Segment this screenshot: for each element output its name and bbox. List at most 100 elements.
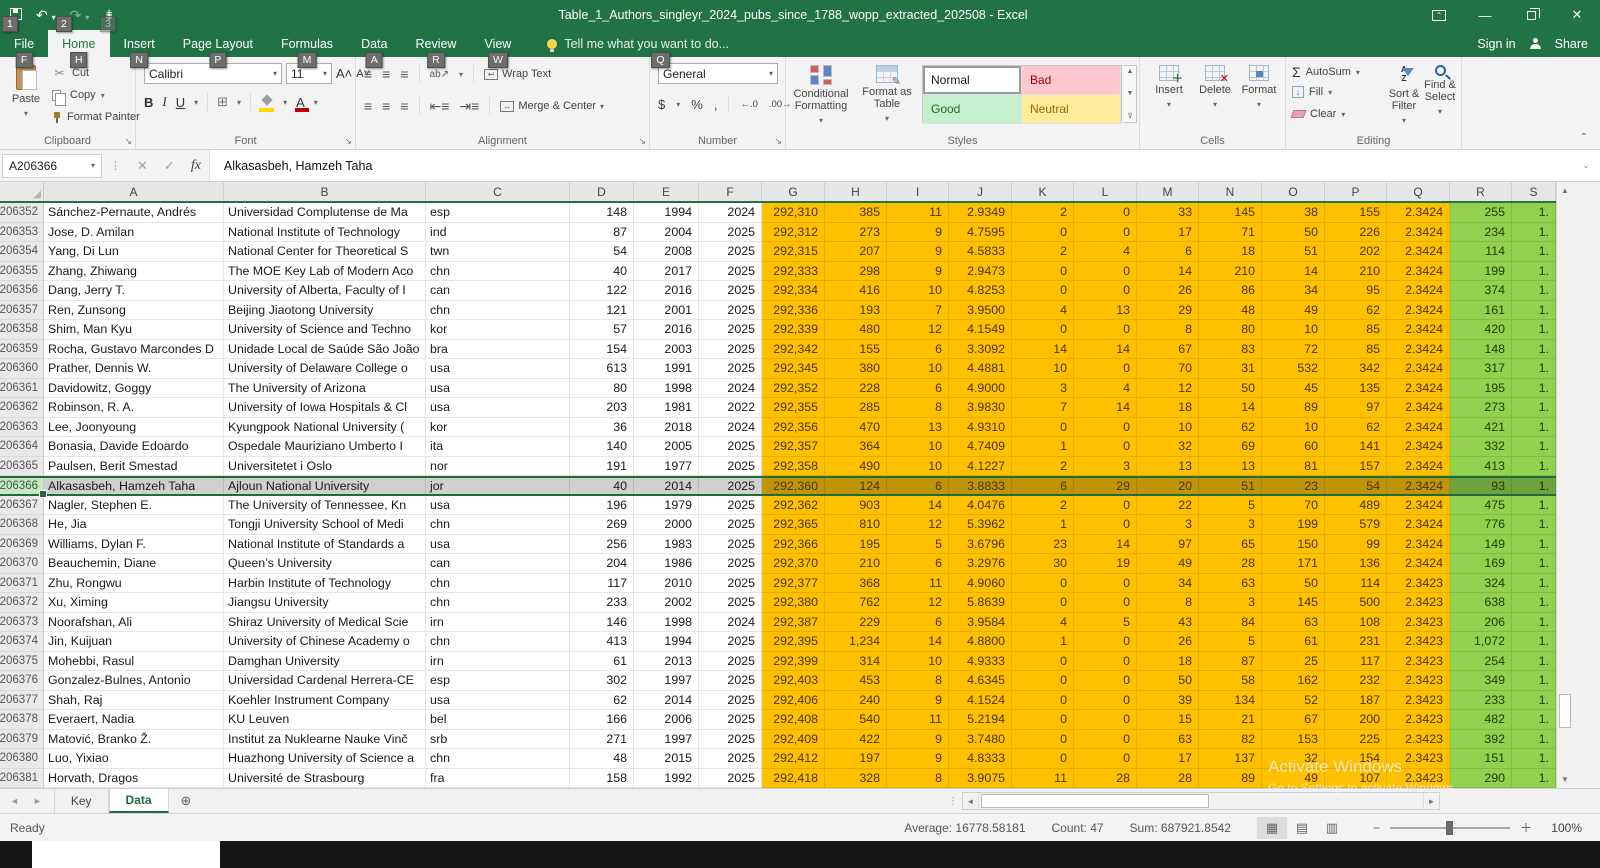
grid-cell[interactable]: 0	[1074, 359, 1137, 379]
grid-cell[interactable]: 1998	[634, 379, 699, 399]
grid-cell[interactable]: 50	[1199, 379, 1262, 399]
grid-cell[interactable]: 14	[1137, 262, 1199, 282]
grid-cell[interactable]: kor	[426, 418, 570, 438]
grid-cell[interactable]: 1.	[1512, 749, 1556, 769]
row-header[interactable]: 206354	[0, 242, 44, 262]
row-header[interactable]: 206373	[0, 613, 44, 633]
grid-cell[interactable]: 292,358	[762, 457, 825, 477]
grid-cell[interactable]: 4.9310	[949, 418, 1012, 438]
grid-cell[interactable]: 2025	[699, 457, 762, 477]
taskbar-search-box[interactable]	[32, 841, 220, 868]
grid-cell[interactable]: 231	[1325, 632, 1387, 652]
tab-scroll-splitter[interactable]: ⋮	[948, 789, 958, 813]
grid-cell[interactable]: 0	[1012, 262, 1074, 282]
grid-cell[interactable]: 2025	[699, 437, 762, 457]
select-all-corner[interactable]: ◢	[0, 182, 44, 201]
grid-cell[interactable]: 3.9075	[949, 769, 1012, 789]
grid-cell[interactable]: 2.3424	[1387, 418, 1450, 438]
grid-cell[interactable]: Huazhong University of Science a	[224, 749, 426, 769]
grid-cell[interactable]: 0	[1074, 632, 1137, 652]
grid-cell[interactable]: 9	[887, 691, 949, 711]
grid-cell[interactable]: 10	[887, 359, 949, 379]
column-header-b[interactable]: B	[224, 182, 426, 201]
row-header[interactable]: 206372	[0, 593, 44, 613]
grid-cell[interactable]: 4	[1012, 301, 1074, 321]
row-header[interactable]: 206381	[0, 769, 44, 789]
grid-cell[interactable]: 292,310	[762, 203, 825, 223]
row-header[interactable]: 206378	[0, 710, 44, 730]
grid-cell[interactable]: 385	[825, 203, 887, 223]
grid-cell[interactable]: 1.	[1512, 632, 1556, 652]
grid-cell[interactable]: 9	[887, 242, 949, 262]
row-header[interactable]: 206377	[0, 691, 44, 711]
scroll-left-icon[interactable]: ◄	[963, 793, 979, 809]
styles-gallery-scroll[interactable]: ▲▼⊽	[1124, 65, 1137, 123]
grid-cell[interactable]: 328	[825, 769, 887, 789]
row-header[interactable]: 206368	[0, 515, 44, 535]
sheet-tab-data[interactable]: Data	[109, 789, 169, 813]
grid-cell[interactable]: 8	[1137, 593, 1199, 613]
grid-cell[interactable]: 18	[1199, 242, 1262, 262]
grid-cell[interactable]: University of Iowa Hospitals & Cl	[224, 398, 426, 418]
grid-cell[interactable]: 0	[1012, 710, 1074, 730]
grid-cell[interactable]: 2016	[634, 281, 699, 301]
grid-cell[interactable]: 19	[1074, 554, 1137, 574]
grid-cell[interactable]: 1994	[634, 203, 699, 223]
zoom-slider[interactable]	[1390, 827, 1510, 829]
grid-cell[interactable]: University of Science and Techno	[224, 320, 426, 340]
scroll-down-icon[interactable]: ▼	[1557, 771, 1573, 788]
grid-cell[interactable]: 229	[825, 613, 887, 633]
grid-cell[interactable]: 2.3424	[1387, 535, 1450, 555]
grid-cell[interactable]: 292,312	[762, 223, 825, 243]
grid-cell[interactable]: 1	[1012, 632, 1074, 652]
grid-cell[interactable]: 1.	[1512, 515, 1556, 535]
grid-cell[interactable]: 1.	[1512, 437, 1556, 457]
row-header[interactable]: 206352	[0, 203, 44, 223]
grid-cell[interactable]: 475	[1450, 496, 1512, 516]
grid-cell[interactable]: Harbin Institute of Technology	[224, 574, 426, 594]
grid-cell[interactable]: 2025	[699, 691, 762, 711]
grid-cell[interactable]: 61	[570, 652, 634, 672]
grid-cell[interactable]: 8	[887, 671, 949, 691]
column-header-e[interactable]: E	[634, 182, 699, 201]
bold-button[interactable]: B	[144, 95, 153, 110]
grid-cell[interactable]: 1.	[1512, 281, 1556, 301]
grid-cell[interactable]: 2.3424	[1387, 457, 1450, 477]
grid-cell[interactable]: Ren, Zunsong	[44, 301, 224, 321]
grid-cell[interactable]: Université de Strasbourg	[224, 769, 426, 789]
page-break-view-icon[interactable]: ▥	[1317, 817, 1347, 839]
grid-cell[interactable]: 2025	[699, 320, 762, 340]
grid-cell[interactable]: 14	[1074, 535, 1137, 555]
column-header-k[interactable]: K	[1012, 182, 1074, 201]
grid-cell[interactable]: 1.	[1512, 730, 1556, 750]
grid-cell[interactable]: nor	[426, 457, 570, 477]
grid-cell[interactable]: 199	[1450, 262, 1512, 282]
grid-cell[interactable]: 2.3423	[1387, 652, 1450, 672]
grid-cell[interactable]: 196	[570, 496, 634, 516]
grid-cell[interactable]: 302	[570, 671, 634, 691]
name-box[interactable]: A206366▾	[2, 154, 102, 178]
grid-cell[interactable]: irn	[426, 613, 570, 633]
conditional-formatting-button[interactable]: Conditional Formatting▾	[788, 59, 854, 131]
grid-cell[interactable]: 169	[1450, 554, 1512, 574]
align-center-icon[interactable]: ≡	[382, 100, 390, 112]
grid-cell[interactable]: usa	[426, 691, 570, 711]
grid-cell[interactable]: 292,334	[762, 281, 825, 301]
grid-cell[interactable]: 114	[1450, 242, 1512, 262]
grid-cell[interactable]: 810	[825, 515, 887, 535]
grid-cell[interactable]: 2025	[699, 769, 762, 789]
column-header-d[interactable]: D	[570, 182, 634, 201]
grid-cell[interactable]: 2025	[699, 749, 762, 769]
grid-cell[interactable]: 1.	[1512, 574, 1556, 594]
grid-cell[interactable]: 2.3424	[1387, 320, 1450, 340]
column-header-m[interactable]: M	[1137, 182, 1199, 201]
grid-cell[interactable]: 1.	[1512, 710, 1556, 730]
grid-cell[interactable]: 63	[1262, 613, 1325, 633]
grid-cell[interactable]: chn	[426, 262, 570, 282]
grid-cell[interactable]: 1981	[634, 398, 699, 418]
grid-cell[interactable]: 4	[1012, 613, 1074, 633]
grid-cell[interactable]: 82	[1199, 730, 1262, 750]
grid-cell[interactable]: 2025	[699, 359, 762, 379]
grid-cell[interactable]: 1.	[1512, 671, 1556, 691]
minimize-button[interactable]: —	[1462, 0, 1508, 30]
